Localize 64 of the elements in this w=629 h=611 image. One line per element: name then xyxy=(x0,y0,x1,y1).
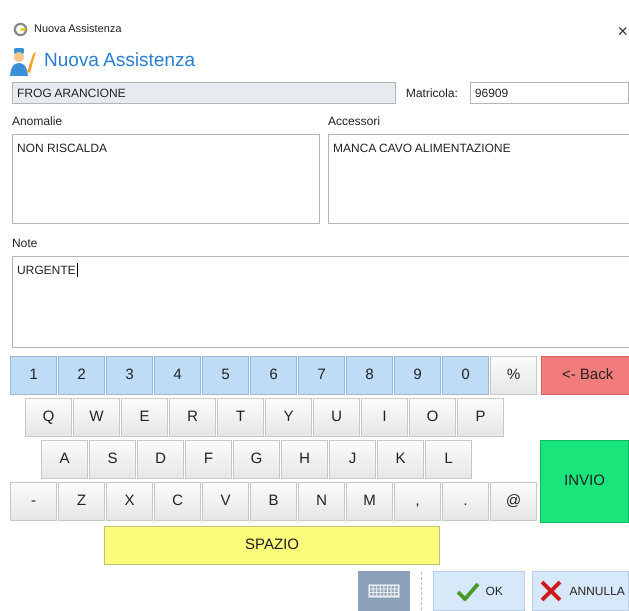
note-label: Note xyxy=(12,235,38,252)
keyboard-key[interactable]: B xyxy=(250,482,297,521)
keyboard-key[interactable]: 0 xyxy=(442,356,489,395)
keyboard-key[interactable]: G xyxy=(233,440,280,479)
keyboard-key[interactable]: O xyxy=(409,398,456,437)
close-icon xyxy=(539,579,564,603)
keyboard-key[interactable]: X xyxy=(106,482,153,521)
keyboard-key[interactable]: F xyxy=(185,440,232,479)
app-logo-icon xyxy=(13,22,28,36)
keyboard-key[interactable]: I xyxy=(361,398,408,437)
text-area[interactable]: MANCA CAVO ALIMENTAZIONE xyxy=(328,134,629,224)
keyboard-key[interactable]: A xyxy=(41,440,88,479)
page-heading: Nuova Assistenza xyxy=(44,48,196,73)
accessori-label: Accessori xyxy=(328,113,382,130)
keyboard-key[interactable]: 8 xyxy=(346,356,393,395)
keyboard-key[interactable]: H xyxy=(281,440,328,479)
ok-button[interactable]: OK xyxy=(432,571,526,611)
matricola-label: Matricola: xyxy=(406,85,458,102)
keyboard-key[interactable]: 5 xyxy=(202,356,249,395)
keyboard-key[interactable]: N xyxy=(298,482,345,521)
keyboard-key[interactable]: Q xyxy=(25,398,72,437)
keyboard-key[interactable]: . xyxy=(442,482,489,521)
keyboard-key[interactable]: - xyxy=(10,482,57,521)
enter-key[interactable]: INVIO xyxy=(540,440,629,523)
keyboard-key[interactable]: K xyxy=(377,440,424,479)
keyboard-key[interactable]: J xyxy=(329,440,376,479)
technician-icon xyxy=(10,46,36,76)
keyboard-key[interactable]: 3 xyxy=(106,356,153,395)
keyboard-key[interactable]: L xyxy=(425,440,472,479)
keyboard-key[interactable]: @ xyxy=(490,482,537,521)
keyboard-key[interactable]: V xyxy=(202,482,249,521)
keyboard-key[interactable]: 4 xyxy=(154,356,201,395)
matricola-field[interactable]: 96909 xyxy=(470,82,629,104)
keyboard-key[interactable]: , xyxy=(394,482,441,521)
keyboard-key[interactable]: R xyxy=(169,398,216,437)
close-button[interactable]: × xyxy=(617,18,628,45)
anomalie-label: Anomalie xyxy=(12,113,64,130)
keyboard-key[interactable]: C xyxy=(154,482,201,521)
keyboard-key[interactable]: 1 xyxy=(10,356,57,395)
keyboard-key[interactable]: 9 xyxy=(394,356,441,395)
cancel-button[interactable]: ANNULLA xyxy=(532,571,629,611)
space-key[interactable]: SPAZIO xyxy=(104,526,440,565)
check-icon xyxy=(456,581,480,601)
keyboard-key[interactable]: Z xyxy=(58,482,105,521)
window-title: Nuova Assistenza xyxy=(34,22,122,37)
text-area[interactable]: NON RISCALDA xyxy=(12,134,320,224)
keyboard-key[interactable]: M xyxy=(346,482,393,521)
keyboard-key[interactable]: E xyxy=(121,398,168,437)
keyboard-key[interactable]: P xyxy=(457,398,504,437)
keyboard-key[interactable]: % xyxy=(490,356,537,395)
keyboard-key[interactable]: 2 xyxy=(58,356,105,395)
keyboard-key[interactable]: 6 xyxy=(250,356,297,395)
keyboard-key[interactable]: 7 xyxy=(298,356,345,395)
product-field[interactable]: FROG ARANCIONE xyxy=(12,82,396,104)
keyboard-key[interactable]: W xyxy=(73,398,120,437)
keyboard-icon xyxy=(368,584,400,598)
keyboard-key[interactable]: <- Back xyxy=(541,356,629,395)
keyboard-key[interactable]: U xyxy=(313,398,360,437)
keyboard-key[interactable]: D xyxy=(137,440,184,479)
keyboard-key[interactable]: Y xyxy=(265,398,312,437)
note-field[interactable]: URGENTE xyxy=(12,256,629,348)
keyboard-key[interactable]: T xyxy=(217,398,264,437)
keyboard-key[interactable]: S xyxy=(89,440,136,479)
keyboard-toggle-button[interactable] xyxy=(358,571,410,611)
